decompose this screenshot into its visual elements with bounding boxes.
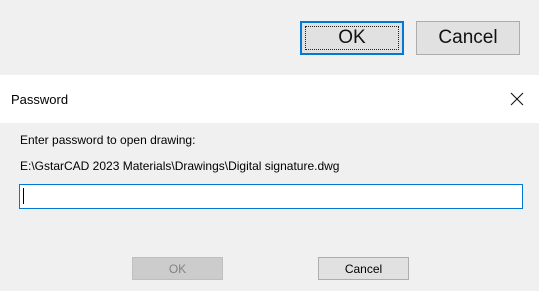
dialog-titlebar[interactable]: Password xyxy=(0,75,539,123)
drawing-file-path: E:\GstarCAD 2023 Materials\Drawings\Digi… xyxy=(20,159,340,173)
background-ok-button[interactable]: OK xyxy=(300,21,404,55)
screen: OK Cancel Password Enter password to ope… xyxy=(0,0,539,291)
cancel-button[interactable]: Cancel xyxy=(318,257,409,280)
ok-button[interactable]: OK xyxy=(132,257,223,280)
ok-label: OK xyxy=(168,261,187,276)
password-dialog: Password Enter password to open drawing:… xyxy=(0,75,539,291)
dialog-title: Password xyxy=(11,92,69,107)
background-ok-label: OK xyxy=(338,27,366,48)
background-dialog-button-bar: OK Cancel xyxy=(0,0,539,70)
password-prompt: Enter password to open drawing: xyxy=(20,133,196,147)
password-input[interactable] xyxy=(19,184,523,209)
cancel-label: Cancel xyxy=(344,261,383,276)
close-button[interactable] xyxy=(503,85,531,113)
close-icon xyxy=(510,92,524,106)
background-cancel-button[interactable]: Cancel xyxy=(416,21,520,55)
background-cancel-label: Cancel xyxy=(438,27,498,48)
text-caret xyxy=(23,188,24,204)
